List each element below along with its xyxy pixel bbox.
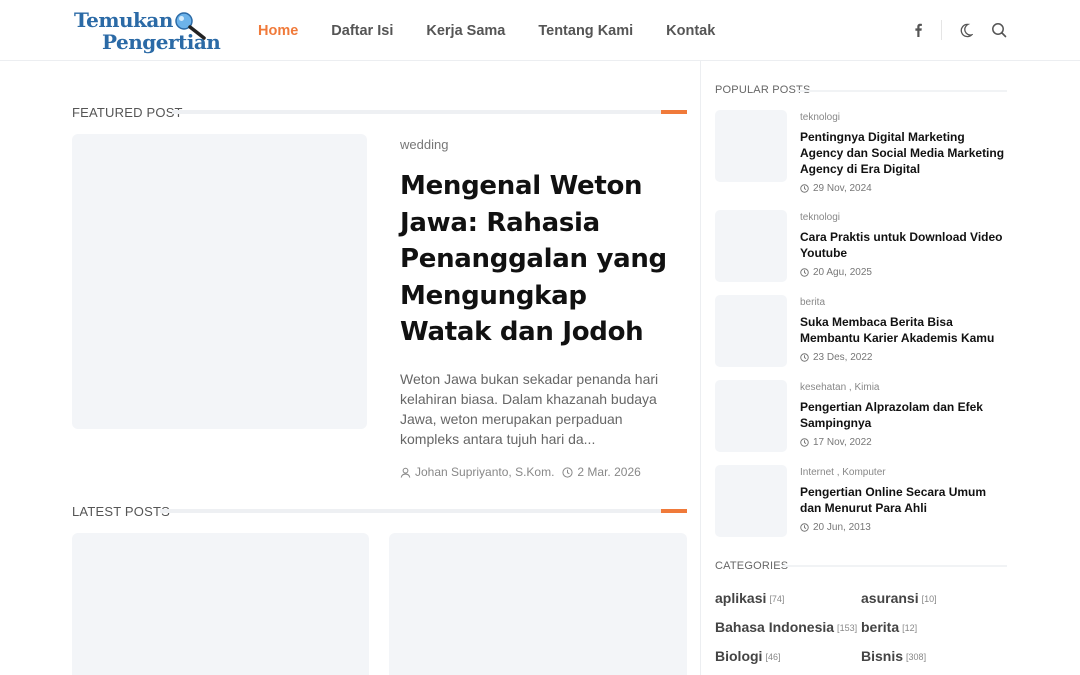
popular-post-title[interactable]: Suka Membaca Berita Bisa Membantu Karier… <box>800 314 1010 346</box>
category-name: Bahasa Indonesia <box>715 619 835 635</box>
featured-section-header: FEATURED POST <box>72 104 687 120</box>
nav-daftar-isi[interactable]: Daftar Isi <box>331 23 393 39</box>
facebook-icon[interactable] <box>907 19 929 41</box>
dark-mode-icon[interactable] <box>954 19 976 41</box>
category-link[interactable]: berita [12] <box>861 619 917 635</box>
popular-post-thumbnail[interactable] <box>715 465 787 537</box>
popular-post-category[interactable]: Internet , Komputer <box>800 467 886 478</box>
popular-post-date: 20 Agu, 2025 <box>800 267 872 278</box>
category-count: [308] <box>906 652 927 662</box>
popular-post-date: 23 Des, 2022 <box>800 352 873 363</box>
category-name: Biologi <box>715 648 763 664</box>
featured-post-excerpt: Weton Jawa bukan sekadar penanda hari ke… <box>400 371 659 447</box>
sidebar-header-line <box>782 565 1007 567</box>
clock-icon <box>562 466 574 478</box>
popular-post-title[interactable]: Pengertian Alprazolam dan Efek Sampingny… <box>800 399 1010 431</box>
section-accent-bar <box>661 110 687 114</box>
main-nav: Home Daftar Isi Kerja Sama Tentang Kami … <box>258 0 748 61</box>
user-icon <box>400 467 411 478</box>
popular-post-item[interactable]: Internet , Komputer Pengertian Online Se… <box>715 465 1007 537</box>
search-icon[interactable] <box>988 19 1010 41</box>
popular-post-title[interactable]: Pentingnya Digital Marketing Agency dan … <box>800 129 1010 177</box>
section-divider <box>172 110 687 114</box>
category-count: [74] <box>769 594 785 604</box>
featured-section-title: FEATURED POST <box>72 104 183 120</box>
category-name: Bisnis <box>861 648 904 664</box>
popular-post-thumbnail[interactable] <box>715 380 787 452</box>
section-divider <box>160 509 687 513</box>
category-name: aplikasi <box>715 590 767 606</box>
site-logo[interactable]: Temukan Pengertian <box>72 8 222 56</box>
nav-kerja-sama[interactable]: Kerja Sama <box>426 23 505 39</box>
category-count: [12] <box>902 623 918 633</box>
clock-icon <box>800 523 809 532</box>
popular-post-category[interactable]: berita <box>800 297 825 308</box>
featured-post-title[interactable]: Mengenal Weton Jawa: Rahasia Penanggalan… <box>400 168 670 351</box>
sidebar-divider <box>700 61 701 675</box>
popular-post-item[interactable]: teknologi Pentingnya Digital Marketing A… <box>715 110 1010 194</box>
category-link[interactable]: aplikasi [74] <box>715 590 784 606</box>
category-name: berita <box>861 619 900 635</box>
popular-post-thumbnail[interactable] <box>715 110 787 182</box>
categories-title: CATEGORIES <box>715 560 789 572</box>
site-header: Temukan Pengertian Home Daftar Isi Kerja… <box>0 0 1080 61</box>
author-meta: Johan Supriyanto, S.Kom. <box>400 465 554 479</box>
featured-post-thumbnail[interactable] <box>72 134 367 429</box>
popular-post-category[interactable]: kesehatan , Kimia <box>800 382 880 393</box>
popular-post-date-text: 17 Nov, 2022 <box>813 437 872 448</box>
clock-icon <box>800 184 809 193</box>
header-icons <box>895 19 1010 41</box>
category-count: [10] <box>921 594 937 604</box>
popular-post-title[interactable]: Pengertian Online Secara Umum dan Menuru… <box>800 484 1010 516</box>
latest-section-header: LATEST POSTS <box>72 503 687 519</box>
category-link[interactable]: asuransi [10] <box>861 590 937 606</box>
section-accent-bar <box>661 509 687 513</box>
popular-post-date-text: 20 Agu, 2025 <box>813 267 872 278</box>
nav-tentang-kami[interactable]: Tentang Kami <box>538 23 633 39</box>
category-link[interactable]: Bisnis [308] <box>861 648 926 664</box>
popular-post-date-text: 29 Nov, 2024 <box>813 183 872 194</box>
popular-post-item[interactable]: kesehatan , Kimia Pengertian Alprazolam … <box>715 380 1007 452</box>
category-link[interactable]: Biologi [46] <box>715 648 780 664</box>
latest-post-card[interactable] <box>389 533 687 675</box>
nav-home[interactable]: Home <box>258 23 298 39</box>
clock-icon <box>800 438 809 447</box>
featured-post-meta: Johan Supriyanto, S.Kom. 2 Mar. 2026 <box>400 465 649 479</box>
post-date: 2 Mar. 2026 <box>577 465 641 479</box>
popular-post-date-text: 23 Des, 2022 <box>813 352 873 363</box>
category-count: [46] <box>765 652 781 662</box>
popular-post-item[interactable]: teknologi Cara Praktis untuk Download Vi… <box>715 210 1007 282</box>
popular-post-date: 20 Jun, 2013 <box>800 522 871 533</box>
popular-post-date: 29 Nov, 2024 <box>800 183 872 194</box>
category-count: [153] <box>837 623 858 633</box>
latest-post-card[interactable] <box>72 533 369 675</box>
featured-post-label[interactable]: wedding <box>400 137 448 152</box>
nav-kontak[interactable]: Kontak <box>666 23 715 39</box>
clock-icon <box>800 268 809 277</box>
post-author[interactable]: Johan Supriyanto, S.Kom. <box>415 465 554 479</box>
clock-icon <box>800 353 809 362</box>
magnifier-logo-icon <box>175 12 206 40</box>
popular-post-thumbnail[interactable] <box>715 295 787 367</box>
popular-post-item[interactable]: berita Suka Membaca Berita Bisa Membantu… <box>715 295 1007 367</box>
popular-post-title[interactable]: Cara Praktis untuk Download Video Youtub… <box>800 229 1010 261</box>
category-link[interactable]: Bahasa Indonesia [153] <box>715 619 857 635</box>
popular-post-category[interactable]: teknologi <box>800 212 840 223</box>
popular-post-thumbnail[interactable] <box>715 210 787 282</box>
header-divider <box>941 20 942 40</box>
popular-post-date-text: 20 Jun, 2013 <box>813 522 871 533</box>
latest-section-title: LATEST POSTS <box>72 503 171 519</box>
popular-post-category[interactable]: teknologi <box>800 112 840 123</box>
popular-post-date: 17 Nov, 2022 <box>800 437 872 448</box>
category-name: asuransi <box>861 590 919 606</box>
date-meta: 2 Mar. 2026 <box>562 465 641 479</box>
logo-text-line1: Temukan <box>74 8 173 32</box>
sidebar-header-line <box>797 90 1007 92</box>
